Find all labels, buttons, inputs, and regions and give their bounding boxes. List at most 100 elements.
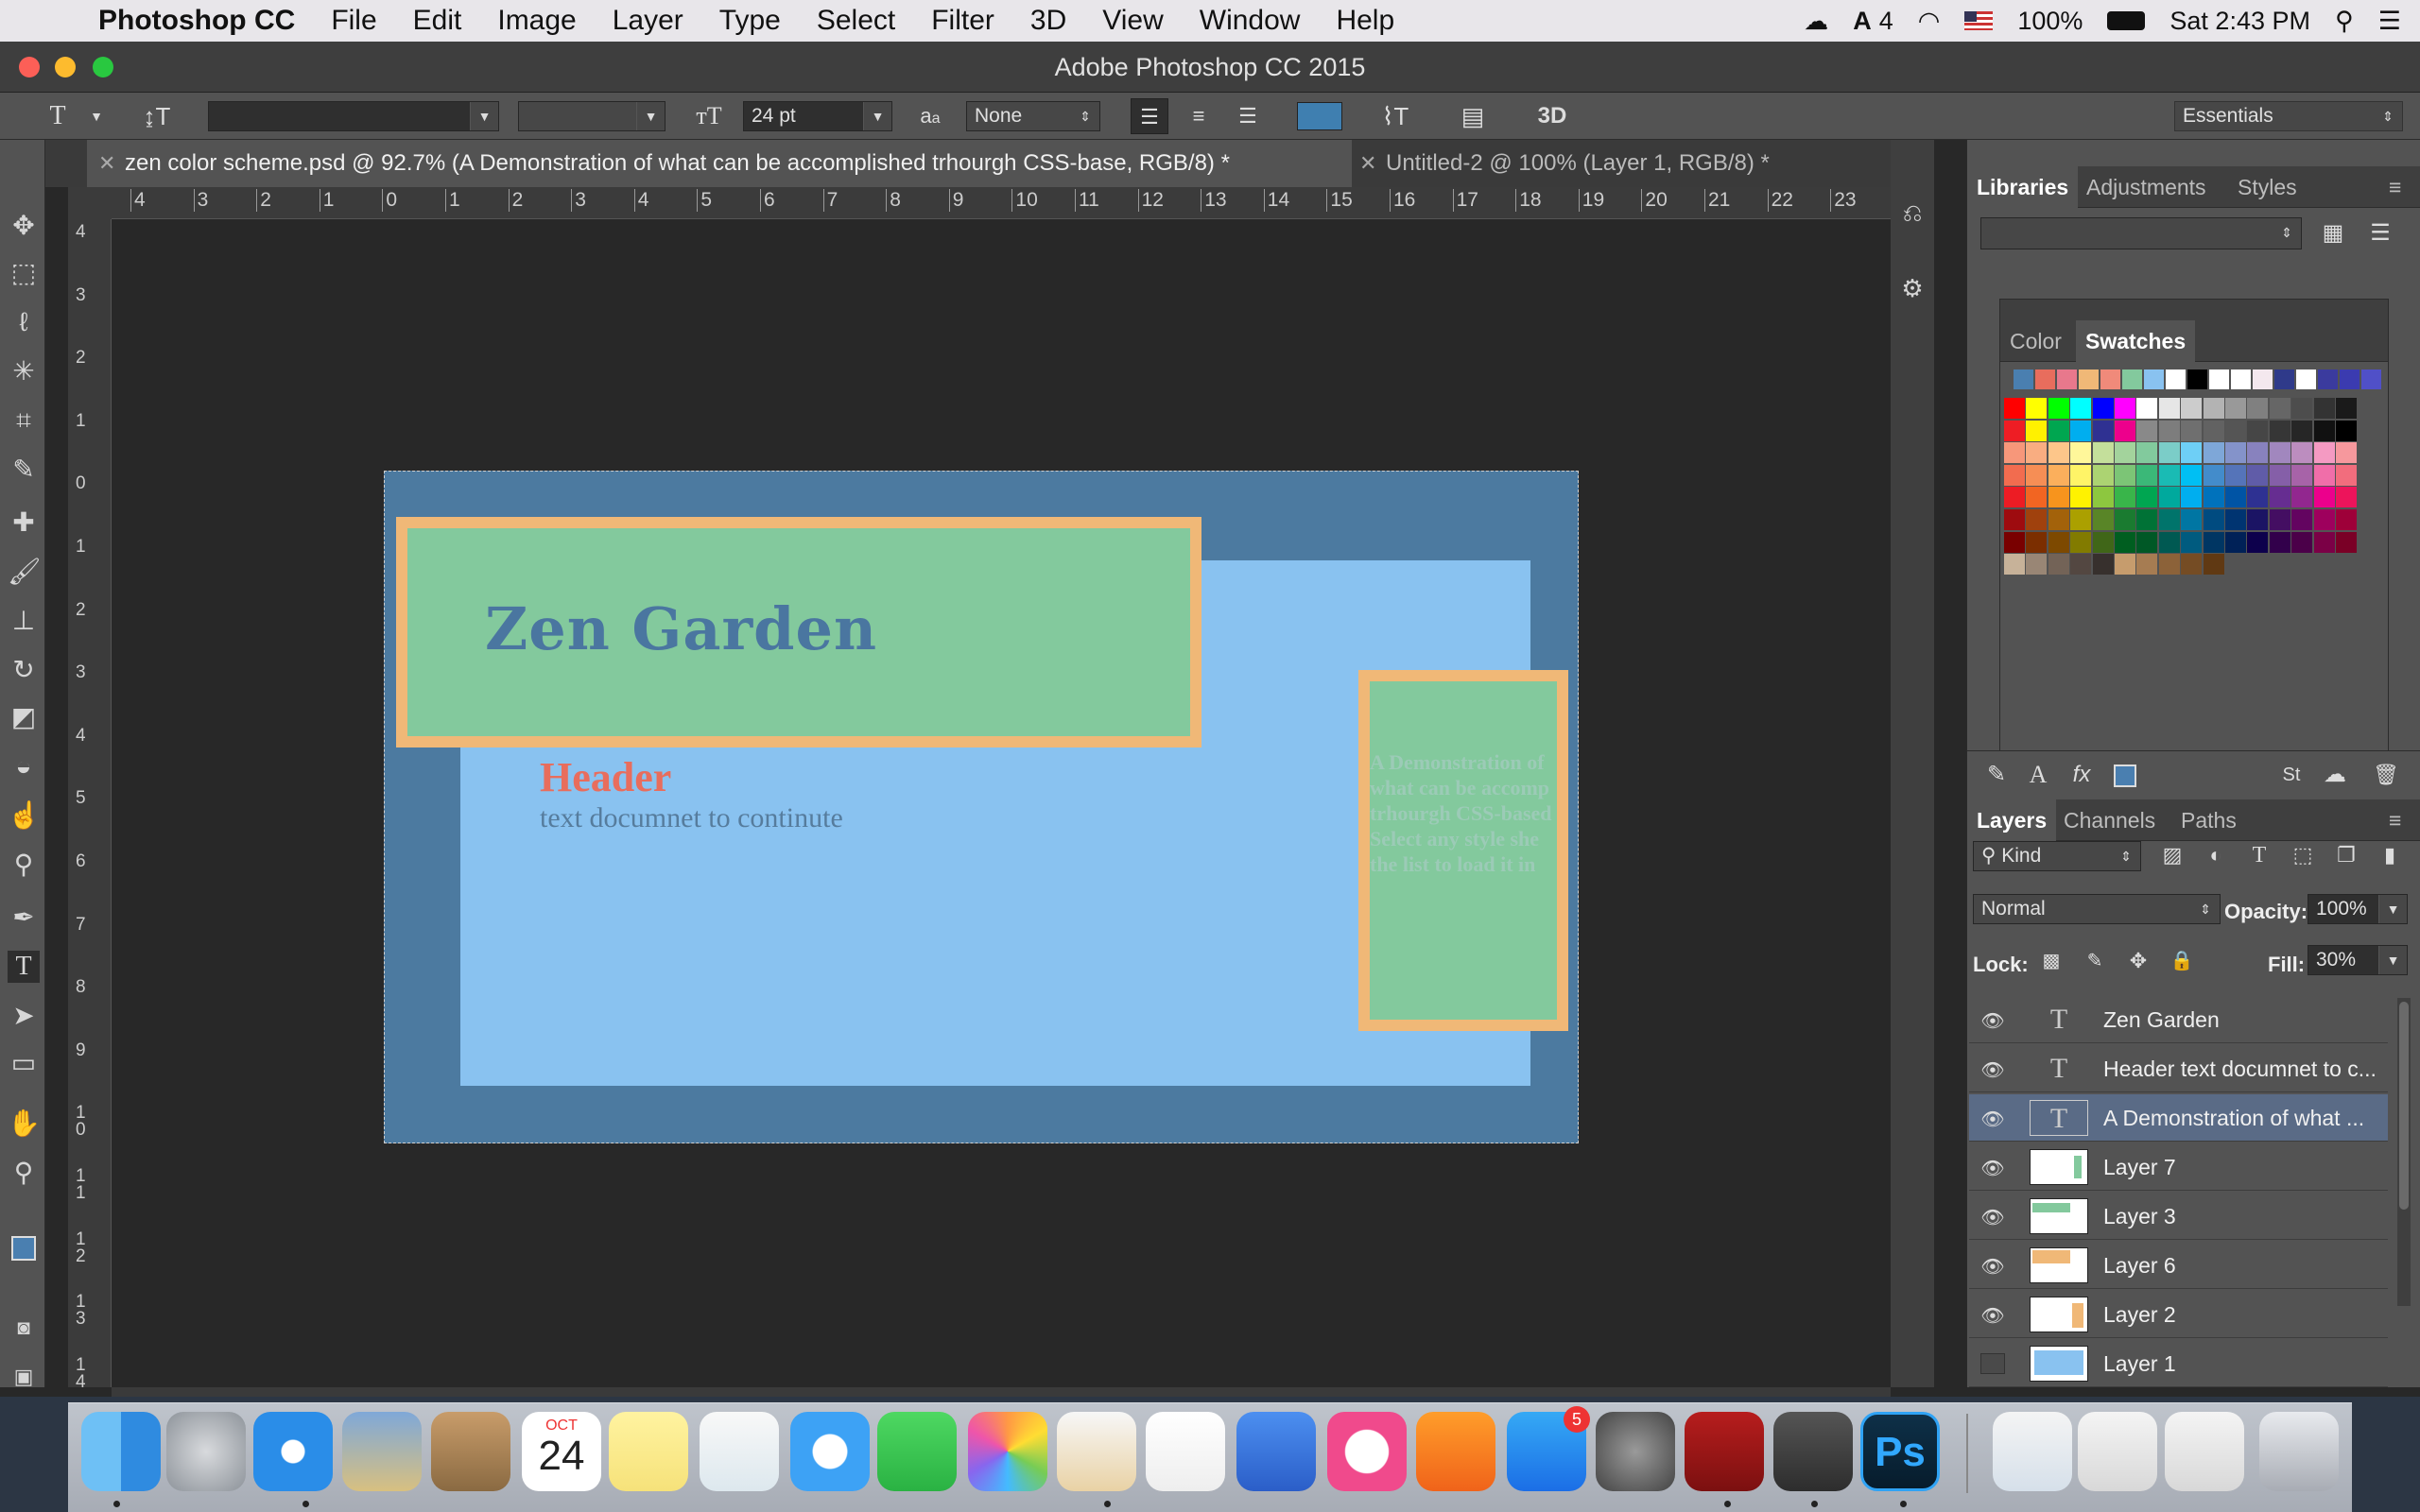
- visibility-eye-icon[interactable]: 👁: [1980, 1304, 2005, 1327]
- dock-app-trash[interactable]: [2259, 1412, 2339, 1491]
- swatch[interactable]: [2181, 420, 2203, 441]
- tab-adjustments[interactable]: Adjustments: [2077, 166, 2216, 208]
- swatch[interactable]: [2209, 369, 2229, 389]
- close-tab-icon[interactable]: ✕: [1359, 140, 1376, 187]
- dock-app-system-preferences[interactable]: [1596, 1412, 1675, 1491]
- list-view-icon[interactable]: ☰: [2364, 215, 2396, 251]
- dock-app-launchpad[interactable]: [166, 1412, 246, 1491]
- swatch[interactable]: [2070, 464, 2092, 486]
- swatch[interactable]: [2100, 369, 2120, 389]
- dock-app-keynote[interactable]: [1236, 1412, 1316, 1491]
- eraser-tool-icon[interactable]: ◩: [8, 701, 40, 733]
- swatch[interactable]: [2181, 487, 2203, 508]
- battery-percent[interactable]: 100%: [2017, 7, 2083, 36]
- stock-icon[interactable]: St: [2275, 757, 2308, 793]
- dock-app-calendar[interactable]: OCT 24: [522, 1412, 601, 1491]
- dock-app-ibooks[interactable]: [1416, 1412, 1495, 1491]
- align-center-button[interactable]: ≡: [1180, 98, 1218, 134]
- menu-window[interactable]: Window: [1182, 0, 1319, 42]
- delete-library-item-icon[interactable]: 🗑: [2370, 757, 2402, 793]
- healing-brush-tool-icon[interactable]: ✚: [8, 507, 40, 539]
- wifi-icon[interactable]: ◠: [1918, 7, 1941, 36]
- font-family-select[interactable]: ▼: [208, 101, 499, 131]
- swatch[interactable]: [2225, 509, 2246, 530]
- swatch[interactable]: [2048, 487, 2069, 508]
- text-color-swatch[interactable]: [1297, 102, 1342, 130]
- swatch[interactable]: [2070, 531, 2092, 553]
- swatch[interactable]: [2115, 442, 2135, 464]
- swatch[interactable]: [2181, 464, 2203, 486]
- layers-scrollbar[interactable]: [2397, 998, 2411, 1306]
- dock-app-finder[interactable]: [81, 1412, 161, 1491]
- panel-menu-icon[interactable]: ≡: [2379, 799, 2411, 841]
- swatch[interactable]: [2115, 398, 2135, 419]
- swatch[interactable]: [2035, 369, 2055, 389]
- swatch[interactable]: [2336, 487, 2357, 508]
- filter-shape-icon[interactable]: ⬚: [2287, 837, 2319, 873]
- antialias-select[interactable]: None ⇕: [966, 101, 1100, 131]
- swatch[interactable]: [2048, 420, 2069, 441]
- ruler-origin[interactable]: [68, 187, 112, 219]
- lock-transparent-icon[interactable]: ▩: [2037, 943, 2066, 979]
- screen-mode-icon[interactable]: ▣: [8, 1361, 40, 1393]
- swatch[interactable]: [2136, 554, 2158, 576]
- zoom-tool-icon[interactable]: ⚲: [8, 1157, 40, 1189]
- path-selection-tool-icon[interactable]: ➤: [8, 1000, 40, 1032]
- swatch[interactable]: [2336, 531, 2357, 553]
- swatch[interactable]: [2187, 369, 2207, 389]
- opacity-field[interactable]: 100% ▼: [2308, 894, 2408, 924]
- swatch[interactable]: [2203, 420, 2224, 441]
- clock[interactable]: Sat 2:43 PM: [2169, 7, 2310, 36]
- warp-text-icon[interactable]: ⌇T: [1376, 98, 1414, 134]
- swatch[interactable]: [2361, 369, 2381, 389]
- swatch[interactable]: [2026, 442, 2048, 464]
- toggle-text-orientation-icon[interactable]: ↨T: [138, 98, 176, 134]
- tab-styles[interactable]: Styles: [2228, 166, 2307, 208]
- swatch[interactable]: [2291, 487, 2313, 508]
- swatch[interactable]: [2336, 442, 2357, 464]
- tab-color[interactable]: Color: [2000, 320, 2071, 362]
- swatch[interactable]: [2092, 420, 2114, 441]
- swatch[interactable]: [2048, 554, 2069, 576]
- brush-tool-icon[interactable]: 🖌: [8, 556, 42, 588]
- swatch[interactable]: [2048, 464, 2069, 486]
- dock-app-numbers[interactable]: [1146, 1412, 1225, 1491]
- swatch[interactable]: [2225, 531, 2246, 553]
- type-tool-icon[interactable]: T: [8, 951, 40, 983]
- visibility-eye-icon[interactable]: 👁: [1980, 1009, 2005, 1032]
- quick-mask-icon[interactable]: ◙: [8, 1312, 40, 1344]
- dock-app-mail[interactable]: [342, 1412, 422, 1491]
- swatch[interactable]: [2136, 464, 2158, 486]
- library-select[interactable]: ⇕: [1980, 217, 2302, 249]
- add-graphic-icon[interactable]: ✎: [1980, 757, 2013, 793]
- swatch[interactable]: [2115, 554, 2135, 576]
- layer-filter-select[interactable]: ⚲ Kind ⇕: [1973, 841, 2141, 871]
- swatch[interactable]: [2026, 531, 2048, 553]
- swatch[interactable]: [2181, 554, 2203, 576]
- swatch[interactable]: [2026, 554, 2048, 576]
- filter-type-icon[interactable]: T: [2243, 837, 2275, 873]
- add-layer-style-icon[interactable]: fx: [2066, 757, 2098, 793]
- crop-tool-icon[interactable]: ⌗: [8, 404, 40, 437]
- swatch[interactable]: [2158, 420, 2180, 441]
- swatch[interactable]: [2158, 464, 2180, 486]
- swatch[interactable]: [2203, 487, 2224, 508]
- lock-all-icon[interactable]: 🔒: [2168, 943, 2196, 979]
- swatch[interactable]: [2048, 442, 2069, 464]
- swatch[interactable]: [2269, 487, 2290, 508]
- dodge-tool-icon[interactable]: ⚲: [8, 849, 40, 881]
- swatch[interactable]: [2092, 464, 2114, 486]
- swatch[interactable]: [2048, 398, 2069, 419]
- visibility-off-box[interactable]: [1980, 1353, 2005, 1374]
- filter-toggle-icon[interactable]: ▮: [2374, 837, 2406, 873]
- smudge-tool-icon[interactable]: ☝: [8, 799, 41, 832]
- swatch[interactable]: [2158, 509, 2180, 530]
- filter-adjustment-icon[interactable]: ◐: [2200, 837, 2232, 873]
- swatch[interactable]: [2269, 464, 2290, 486]
- swatch[interactable]: [2070, 398, 2092, 419]
- menu-edit[interactable]: Edit: [395, 0, 480, 42]
- dock-app-contacts[interactable]: [431, 1412, 510, 1491]
- us-flag-icon[interactable]: [1964, 11, 1994, 30]
- swatch[interactable]: [2014, 369, 2033, 389]
- character-panel-icon[interactable]: ▤: [1454, 98, 1492, 134]
